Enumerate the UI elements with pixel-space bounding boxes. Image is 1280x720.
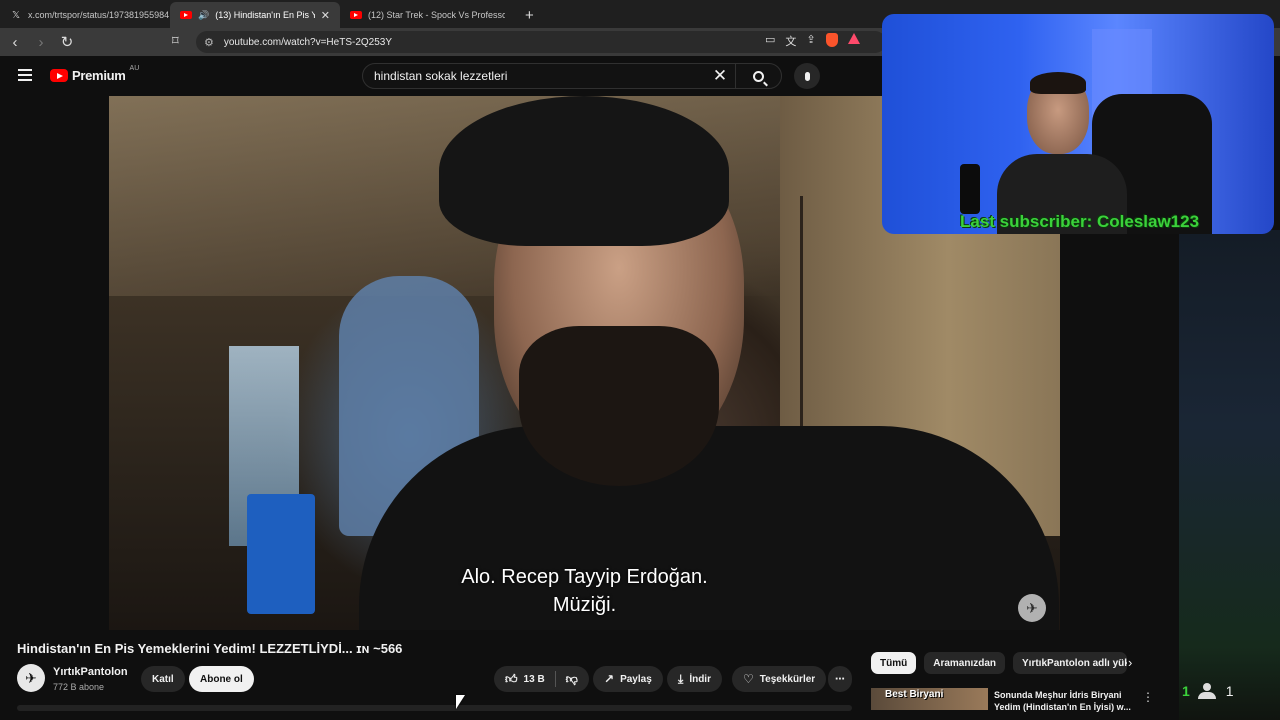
video-title: Hindistan'ın En Pis Yemeklerini Yedim! L…: [17, 641, 403, 656]
tab-label: (13) Hindistan'ın En Pis Yeme: [215, 10, 315, 20]
recommended-video-thumbnail[interactable]: Best Biryani: [871, 688, 988, 710]
bookmark-icon[interactable]: ⌑: [172, 33, 179, 49]
youtube-icon: [350, 9, 362, 21]
tab-youtube-active[interactable]: 🔊 (13) Hindistan'ın En Pis Yeme ✕: [170, 2, 340, 28]
recommended-video-title[interactable]: Sonunda Meşhur İdris Biryani Yedim (Hind…: [994, 689, 1134, 713]
toolbar-extensions: ▭ 文 ⇪: [765, 33, 860, 49]
speaker-icon: 🔊: [198, 9, 210, 20]
tab-label: x.com/trtspor/status/197381955984: [28, 10, 170, 20]
brave-shield-icon[interactable]: [825, 33, 838, 47]
tab-label: (12) Star Trek - Spock Vs Professor C: [368, 10, 505, 20]
chip-from-search[interactable]: Aramanızdan: [924, 652, 1006, 674]
share-button[interactable]: ↗ Paylaş: [593, 666, 663, 692]
like-count[interactable]: 13 B: [524, 674, 545, 685]
mouse-cursor-icon: [456, 695, 465, 709]
subscribe-button[interactable]: Abone ol: [189, 666, 254, 692]
thanks-label: Teşekkürler: [759, 673, 816, 685]
webcam-microphone: [960, 164, 980, 214]
thumbnail-text: Best Biryani: [885, 689, 944, 700]
tab-x[interactable]: 𝕏 x.com/trtspor/status/197381955984: [0, 2, 170, 28]
search-input[interactable]: hindistan sokak lezzetleri: [363, 69, 705, 83]
download-label: İndir: [689, 673, 711, 685]
caption-line-2: Müziği.: [552, 594, 617, 616]
back-button[interactable]: ‹: [4, 31, 26, 53]
search-button[interactable]: [735, 64, 781, 88]
video-scene-frames: [800, 196, 880, 436]
stream-viewer-counter: 1 1: [1182, 683, 1234, 699]
join-label: Katıl: [152, 673, 174, 685]
more-actions-button[interactable]: ⋯: [828, 666, 852, 692]
channel-watermark-icon[interactable]: ✈: [1018, 594, 1046, 622]
webcam-overlay: Last subscriber: Coleslaw123: [882, 14, 1274, 234]
search-box: hindistan sokak lezzetleri ✕: [362, 63, 782, 89]
super-thanks-icon: ♡: [743, 672, 754, 686]
channel-avatar[interactable]: ✈: [17, 664, 45, 692]
share-icon[interactable]: ⇪: [806, 33, 815, 49]
search-icon: [753, 70, 764, 82]
viewer-count: 1: [1225, 683, 1234, 699]
voice-search-button[interactable]: [794, 63, 820, 89]
cast-icon[interactable]: ▭: [765, 33, 775, 49]
clear-search-icon[interactable]: ✕: [705, 66, 735, 86]
logo-text: Premium: [72, 68, 126, 83]
recommendation-menu-icon[interactable]: ⋮: [1142, 690, 1154, 704]
url-text: youtube.com/watch?v=HeTS-2Q253Y: [223, 36, 393, 48]
youtube-logo[interactable]: Premium AU: [50, 65, 140, 83]
forward-button[interactable]: ›: [30, 31, 52, 53]
site-info-icon[interactable]: ⚙: [204, 36, 214, 49]
chips-next-icon[interactable]: ›: [1128, 655, 1132, 670]
channel-name[interactable]: YırtıkPantolon: [53, 666, 128, 678]
close-tab-icon[interactable]: ✕: [321, 9, 330, 22]
like-dislike-group: 👍︎ 13 B 👎︎: [494, 666, 589, 692]
download-icon: ⤓: [678, 671, 684, 686]
rewards-icon[interactable]: [847, 33, 860, 44]
chip-all[interactable]: Tümü: [871, 652, 917, 674]
tab-youtube-star-trek[interactable]: (12) Star Trek - Spock Vs Professor C: [340, 2, 515, 28]
join-button[interactable]: Katıl: [141, 666, 185, 692]
new-tab-button[interactable]: +: [515, 7, 544, 28]
like-icon[interactable]: 👍︎: [505, 672, 518, 687]
users-icon: [1197, 683, 1218, 699]
reload-button[interactable]: ↻: [56, 31, 78, 53]
last-subscriber-label: Last subscriber: Coleslaw123: [960, 212, 1200, 231]
dislike-icon[interactable]: 👎︎: [566, 672, 578, 687]
x-logo-icon: 𝕏: [11, 9, 21, 21]
thanks-button[interactable]: ♡ Teşekkürler: [732, 666, 827, 692]
chip-channel-uploads[interactable]: YırtıkPantolon adlı yükle: [1013, 652, 1128, 674]
youtube-icon: [180, 9, 192, 21]
caption-line-1: Alo. Recep Tayyip Erdoğan.: [461, 566, 708, 588]
subscribe-label: Abone ol: [200, 673, 243, 685]
more-actions-icon: ⋯: [835, 673, 845, 685]
subscriber-count: 772 B abone: [53, 682, 105, 692]
viewer-count-green: 1: [1182, 683, 1190, 699]
menu-icon[interactable]: [18, 69, 32, 81]
share-arrow-icon: ↗: [604, 672, 615, 686]
recommendation-chips: Tümü Aramanızdan YırtıkPantolon adlı yük…: [871, 652, 1128, 674]
divider: [554, 671, 556, 687]
download-button[interactable]: ⤓ İndir: [667, 666, 722, 692]
video-host-cap: [439, 96, 729, 246]
video-host-beard: [519, 326, 719, 486]
background-stream-scene: [1179, 230, 1280, 720]
youtube-play-icon: [50, 69, 68, 82]
translate-icon[interactable]: 文: [785, 33, 796, 49]
share-label: Paylaş: [620, 673, 652, 685]
page-scrollbar[interactable]: [17, 705, 852, 711]
webcam-streamer-hair: [1030, 72, 1086, 94]
region-code: AU: [129, 65, 140, 72]
